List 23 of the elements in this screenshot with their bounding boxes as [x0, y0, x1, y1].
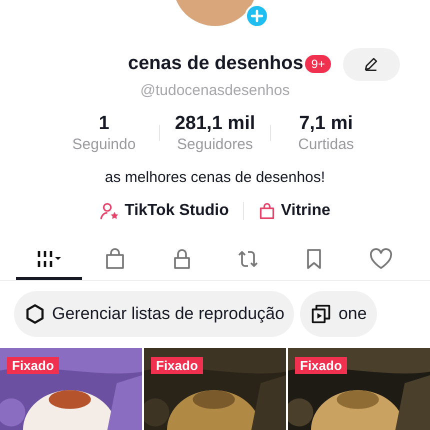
pinned-badge: Fixado [295, 357, 347, 374]
edit-button[interactable] [342, 48, 400, 80]
playlist-chip[interactable]: one [300, 291, 377, 337]
profile-link[interactable]: TikTok Studio [100, 202, 229, 220]
shopping-bag-icon [258, 202, 276, 220]
heart-icon [368, 246, 394, 270]
stat-label: Seguidores [177, 136, 253, 153]
notification-badge: 9+ [305, 55, 331, 73]
stat-value: 1 [98, 113, 110, 135]
pinned-badge: Fixado [151, 357, 203, 374]
profile-link[interactable]: Vitrine [258, 202, 330, 220]
stat-value: 7,1 mi [299, 113, 353, 135]
stat-label: Curtidas [298, 136, 354, 153]
stat-label: Seguindo [72, 136, 136, 153]
profile-name: cenas de desenhos [128, 53, 304, 75]
settings-icon [24, 303, 46, 325]
pinned-badge: Fixado [7, 357, 59, 374]
playlist-chip[interactable]: Gerenciar listas de reprodução [14, 291, 294, 337]
bio-text: as melhores cenas de desenhos! [104, 169, 326, 186]
person-star-icon [100, 202, 120, 220]
playlist-icon [310, 303, 332, 325]
username: @tudocenasdesenhos [140, 82, 290, 99]
stat-value: 281,1 mil [174, 113, 256, 135]
